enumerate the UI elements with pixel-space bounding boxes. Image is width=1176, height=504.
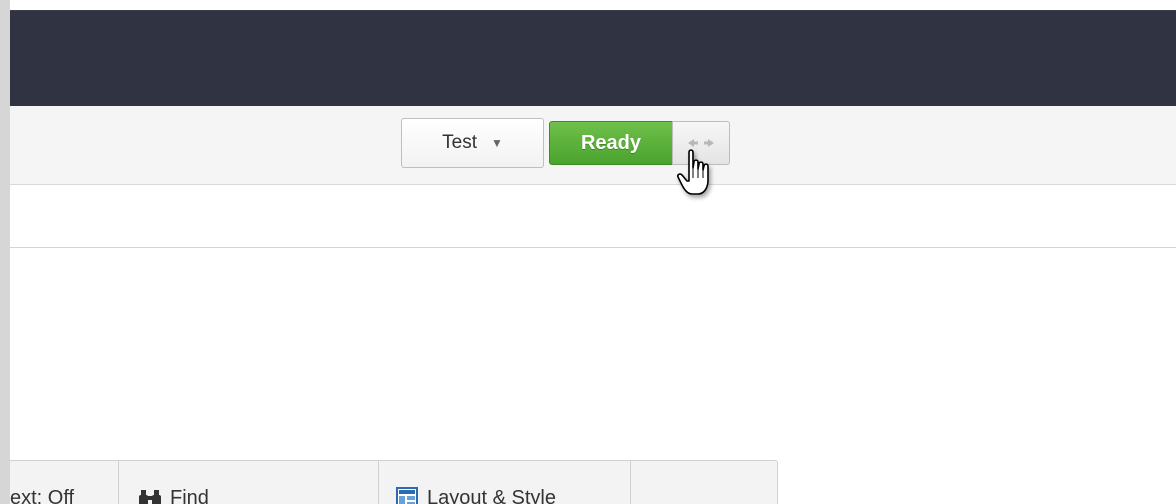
mode-dropdown[interactable]: Test ▼ (401, 118, 544, 168)
layout-style-label: Layout & Style (427, 487, 556, 504)
bottom-toolbar: ext: Off Find Layout & Style (10, 460, 778, 504)
binoculars-icon (139, 490, 161, 504)
app-window: Test ▼ Ready ext: Off Find Layout & Styl… (0, 0, 1176, 504)
swap-button[interactable] (672, 121, 730, 165)
layout-icon (396, 487, 418, 504)
layout-style-button[interactable]: Layout & Style (396, 461, 636, 504)
app-header-bar (10, 10, 1176, 106)
ready-status-button[interactable]: Ready (549, 121, 673, 165)
ready-status-label: Ready (580, 131, 642, 154)
secondary-toolbar (10, 186, 1176, 248)
find-button[interactable]: Find (138, 461, 388, 504)
mode-dropdown-value: Test (442, 132, 477, 153)
chevron-down-icon: ▼ (490, 136, 503, 150)
context-toggle-label: ext: Off (10, 487, 75, 504)
context-toggle-button[interactable]: ext: Off (10, 461, 120, 504)
toolbar-divider (630, 461, 631, 504)
toolbar-divider (118, 461, 119, 504)
window-left-border (0, 0, 10, 504)
find-label: Find (170, 487, 209, 504)
swap-arrows-icon (688, 139, 714, 147)
toolbar-divider (378, 461, 379, 504)
